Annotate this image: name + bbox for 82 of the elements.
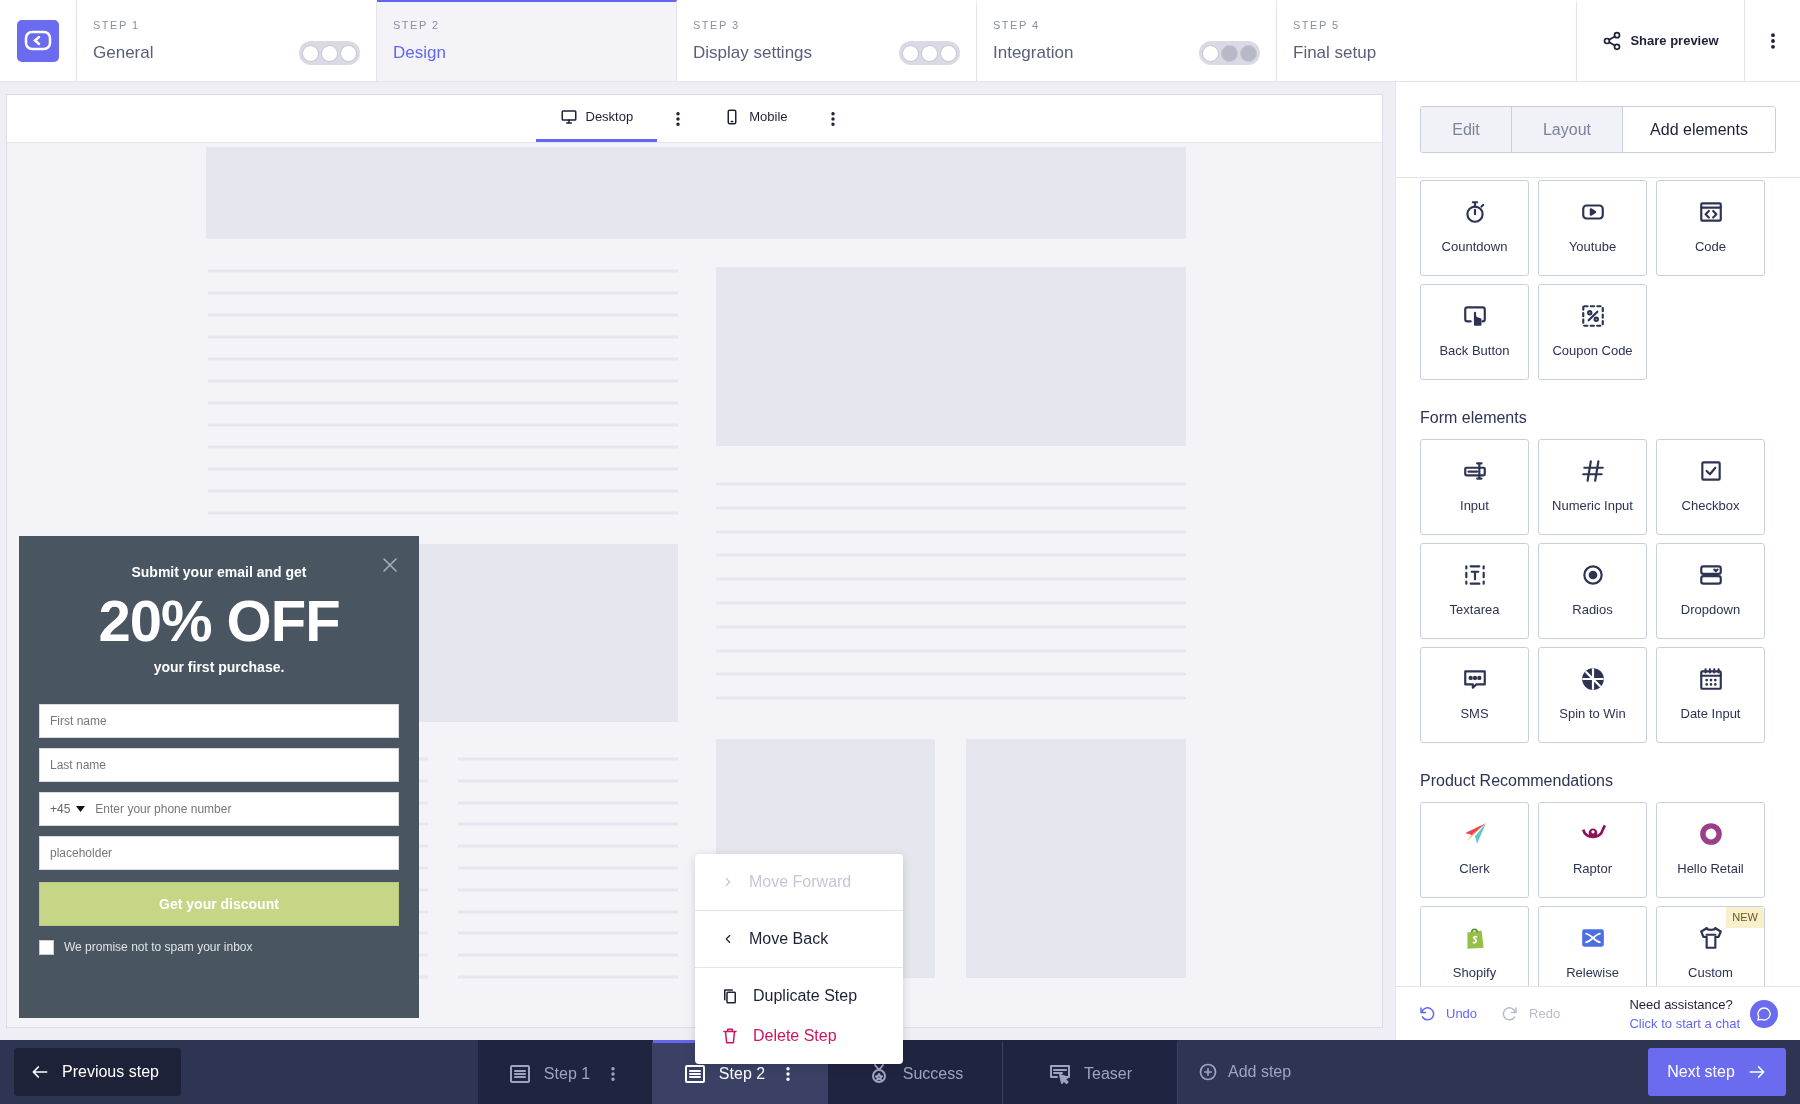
element-card[interactable]: Dropdown <box>1656 543 1765 639</box>
previous-step-button[interactable]: Previous step <box>14 1048 181 1096</box>
element-card[interactable]: Spin to Win <box>1538 647 1647 743</box>
element-card[interactable]: Checkbox <box>1656 439 1765 535</box>
percent-icon <box>1579 303 1606 330</box>
element-card[interactable]: Hello Retail <box>1656 802 1765 898</box>
step-number: STEP 2 <box>393 18 441 33</box>
step-label: Integration <box>993 41 1074 64</box>
monitor-icon <box>559 108 578 126</box>
menu-item[interactable]: Duplicate Step <box>695 976 903 1016</box>
text-field[interactable]: placeholder <box>39 836 399 870</box>
share-preview-button[interactable]: Share preview <box>1577 0 1745 81</box>
element-card[interactable]: Clerk <box>1420 802 1529 898</box>
popup-intro: Submit your email and get <box>131 563 307 582</box>
step-label: Design <box>393 41 446 64</box>
step-number: STEP 1 <box>93 18 141 33</box>
step-label: Final setup <box>1293 41 1377 64</box>
step-tab[interactable]: Step 1 <box>507 1061 591 1086</box>
step-tab[interactable]: STEP 4 Integration <box>977 0 1277 81</box>
consent-label: We promise not to spam your inbox <box>64 939 253 956</box>
close-icon[interactable] <box>381 556 399 574</box>
step-tab[interactable]: STEP 2 Design <box>377 0 677 81</box>
element-card[interactable]: Coupon Code <box>1538 284 1647 380</box>
element-card[interactable]: Input <box>1420 439 1529 535</box>
element-card[interactable]: Youtube <box>1538 180 1647 276</box>
step-label: General <box>93 41 154 64</box>
panel-tab[interactable]: Add elements <box>1622 107 1775 152</box>
progress-indicator <box>299 41 360 65</box>
share-icon <box>1602 30 1623 51</box>
help-title: Need assistance? <box>1629 995 1734 1014</box>
popup-headline: 20% OFF <box>98 589 340 653</box>
step-tab[interactable]: Teaser <box>1048 1061 1132 1086</box>
element-card[interactable]: Numeric Input <box>1538 439 1647 535</box>
device-tab[interactable]: Mobile <box>699 95 812 142</box>
popup-subline: your first purchase. <box>153 658 285 677</box>
element-card[interactable]: SMS <box>1420 647 1529 743</box>
chat-icon <box>1756 1005 1772 1022</box>
progress-indicator <box>1199 41 1260 65</box>
chat-link[interactable]: Click to start a chat <box>1629 1013 1740 1033</box>
progress-indicator <box>899 41 960 65</box>
step-tab[interactable]: STEP 1 General <box>77 0 377 81</box>
text-field[interactable]: Last name <box>39 748 399 782</box>
new-badge: NEW <box>1726 907 1764 928</box>
step-number: STEP 4 <box>993 18 1041 33</box>
copy-icon <box>721 987 739 1005</box>
menu-item[interactable]: Move Back <box>695 919 903 959</box>
ring-logo-icon <box>1697 821 1724 848</box>
consent-checkbox[interactable] <box>39 939 54 955</box>
element-card[interactable]: Date Input <box>1656 647 1765 743</box>
chat-button[interactable] <box>1750 999 1778 1028</box>
wheel-icon <box>1579 666 1606 693</box>
element-card[interactable]: Radios <box>1538 543 1647 639</box>
redo-icon <box>1501 1004 1520 1023</box>
menu-item[interactable]: Delete Step <box>695 1016 903 1056</box>
add-step-button[interactable]: Add step <box>1178 1040 1312 1104</box>
step-tab[interactable]: Step 2 <box>682 1061 766 1086</box>
panel-tab[interactable]: Layout <box>1511 107 1622 152</box>
section-heading: Product Recommendations <box>1420 771 1614 790</box>
undo-icon <box>1418 1004 1436 1023</box>
element-card[interactable]: Textarea <box>1420 543 1529 639</box>
element-card[interactable]: Code <box>1656 180 1765 276</box>
section-heading: Form elements <box>1420 408 1528 427</box>
shirt-icon <box>1697 925 1724 952</box>
element-card[interactable]: Shopify <box>1420 906 1529 986</box>
hash-icon <box>1579 458 1606 485</box>
undo-button[interactable]: Undo <box>1418 1003 1478 1024</box>
step-number: STEP 5 <box>1293 18 1341 33</box>
logo-icon[interactable] <box>17 19 59 62</box>
next-step-button[interactable]: Next step <box>1648 1048 1786 1096</box>
calendar-icon <box>1697 666 1724 693</box>
element-card[interactable]: NEW Custom <box>1656 906 1765 986</box>
element-card[interactable]: Countdown <box>1420 180 1529 276</box>
text-field[interactable]: First name <box>39 704 399 738</box>
step-tab[interactable]: STEP 5 Final setup <box>1277 0 1577 81</box>
element-card[interactable]: Back Button <box>1420 284 1529 380</box>
step-number: STEP 3 <box>693 18 741 33</box>
step-label: Display settings <box>693 41 813 64</box>
plus-circle-icon <box>1198 1062 1218 1082</box>
element-card[interactable]: Relewise <box>1538 906 1647 986</box>
element-card[interactable]: Raptor <box>1538 802 1647 898</box>
step-tab[interactable]: STEP 3 Display settings <box>677 0 977 81</box>
trash-icon <box>721 1027 739 1045</box>
